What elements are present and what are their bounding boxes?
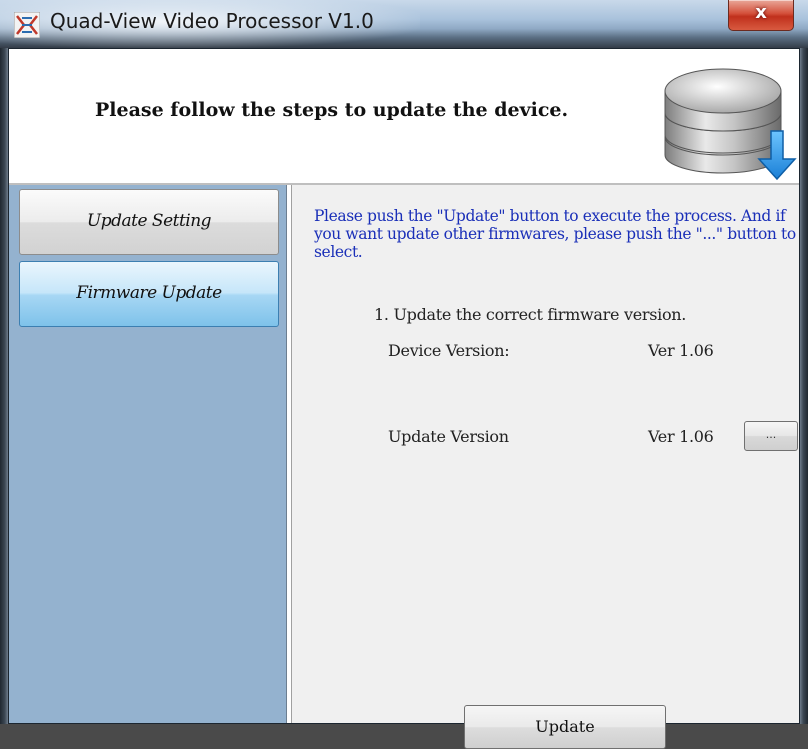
database-download-icon bbox=[664, 68, 797, 181]
header-instruction: Please follow the steps to update the de… bbox=[95, 99, 569, 121]
sidebar: Update Setting Firmware Update bbox=[9, 185, 287, 723]
app-window: Quad-View Video Processor V1.0 x Please … bbox=[0, 0, 808, 749]
device-version-value: Ver 1.06 bbox=[648, 341, 714, 360]
sidebar-item-update-setting[interactable]: Update Setting bbox=[19, 189, 279, 255]
sidebar-item-firmware-update[interactable]: Firmware Update bbox=[19, 261, 279, 327]
app-logo-icon bbox=[14, 12, 40, 38]
firmware-update-panel: Please push the "Update" button to execu… bbox=[291, 185, 799, 749]
update-button[interactable]: Update bbox=[464, 705, 666, 749]
close-button[interactable]: x bbox=[728, 0, 794, 31]
close-icon: x bbox=[755, 2, 767, 23]
device-version-label: Device Version: bbox=[388, 341, 510, 360]
title-bar[interactable]: Quad-View Video Processor V1.0 x bbox=[0, 0, 808, 48]
wizard-header: Please follow the steps to update the de… bbox=[9, 49, 799, 183]
window-title: Quad-View Video Processor V1.0 bbox=[50, 9, 374, 33]
instruction-text: Please push the "Update" button to execu… bbox=[314, 207, 796, 261]
client-area: Please follow the steps to update the de… bbox=[8, 48, 800, 749]
window-frame-right bbox=[800, 48, 808, 724]
step-title: 1. Update the correct firmware version. bbox=[374, 305, 687, 324]
update-version-value: Ver 1.06 bbox=[648, 427, 714, 446]
browse-firmware-button[interactable]: ... bbox=[744, 421, 798, 451]
window-frame-left bbox=[0, 48, 8, 724]
update-version-label: Update Version bbox=[388, 427, 509, 446]
